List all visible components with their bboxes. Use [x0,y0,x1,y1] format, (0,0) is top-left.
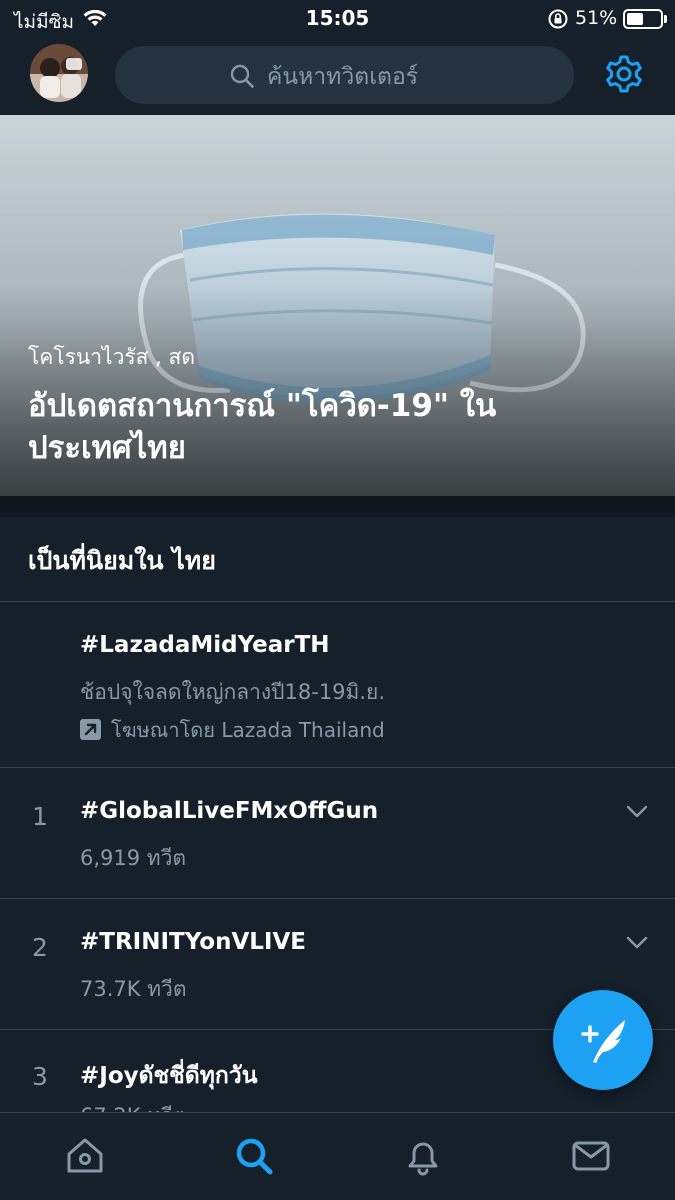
section-separator [0,496,675,517]
promoted-arrow-icon [80,719,101,740]
promoted-trend-description: ช้อปจุใจลดใหญ่กลางปี18-19มิ.ย. [80,680,386,704]
compose-tweet-icon [581,1020,625,1063]
promoted-trend-tag[interactable]: #LazadaMidYearTH [80,632,330,658]
battery-icon [623,9,663,29]
search-placeholder: ค้นหาทวิตเตอร์ [267,64,419,90]
trend-tweet-count: 73.7K ทวีต [80,977,187,1001]
profile-avatar[interactable] [30,44,88,102]
trend-item[interactable]: 1 #GlobalLiveFMxOffGun 6,919 ทวีต [0,768,675,898]
lock-rotation-icon [547,8,569,34]
battery-percent: 51% [575,7,618,29]
promoted-trend[interactable]: #LazadaMidYearTH ช้อปจุใจลดใหญ่กลางปี18-… [0,602,675,767]
promoted-by-text: โฆษณาโดย Lazada Thailand [111,718,385,742]
trend-tag[interactable]: #GlobalLiveFMxOffGun [80,798,378,824]
hero-category: โคโรนาไวรัส , สด [28,345,195,369]
battery-fill [627,13,643,25]
trend-rank: 3 [32,1062,48,1091]
explore-search-icon[interactable] [233,1135,275,1181]
search-input[interactable]: ค้นหาทวิตเตอร์ [115,46,574,104]
trend-tweet-count: 6,919 ทวีต [80,846,187,870]
trend-tag[interactable]: #Joyดัชชี่ดีทุกวัน [80,1058,257,1094]
clock: 15:05 [305,6,370,30]
hero-title: อัปเดตสถานการณ์ "โควิด-19" ในประเทศไทย [28,388,497,466]
trend-rank: 1 [32,802,48,831]
gear-icon[interactable] [602,53,646,101]
promoted-by-line: โฆษณาโดย Lazada Thailand [80,714,385,746]
trend-rank: 2 [32,933,48,962]
compose-tweet-button[interactable] [553,990,653,1090]
bell-icon[interactable] [402,1135,444,1181]
search-icon [229,63,255,93]
mail-icon[interactable] [570,1135,612,1181]
trending-section-title: เป็นที่นิยมใน ไทย [28,546,216,575]
status-bar: ไม่มีซิม 15:05 51% [0,0,675,38]
explore-header: ค้นหาทวิตเตอร์ [0,38,675,115]
chevron-down-icon[interactable] [626,804,648,823]
battery-tip [664,15,667,23]
chevron-down-icon[interactable] [626,935,648,954]
explore-screen: ไม่มีซิม 15:05 51% ค้นหาทวิตเตอร์ โคโรนา… [0,0,675,1200]
hero-event-card[interactable]: โคโรนาไวรัส , สด อัปเดตสถานการณ์ "โควิด-… [0,115,675,496]
trend-tag[interactable]: #TRINITYonVLIVE [80,929,306,955]
home-icon[interactable] [64,1135,106,1181]
bottom-tab-bar [0,1112,675,1200]
